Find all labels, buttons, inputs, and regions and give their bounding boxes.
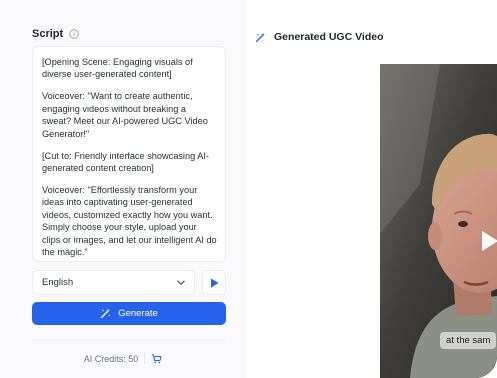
generate-button[interactable]: Generate	[32, 302, 226, 325]
video-caption: at the sam	[440, 332, 497, 349]
credits-bar: AI Credits: 50	[0, 353, 246, 364]
script-textarea[interactable]: [Opening Scene: Engaging visuals of dive…	[32, 46, 226, 262]
script-paragraph: Voiceover: "Effortlessly transform your …	[42, 185, 217, 258]
chevron-down-icon	[177, 280, 185, 286]
preview-play-button[interactable]	[202, 270, 226, 295]
script-panel: Script [Opening Scene: Engaging visuals …	[0, 0, 246, 378]
script-paragraph: Voiceover: "Want to create authentic, en…	[42, 91, 208, 139]
divider	[32, 340, 226, 341]
video-panel: Generated UGC Video at the sam	[246, 0, 497, 378]
app-card: Script [Opening Scene: Engaging visuals …	[0, 0, 497, 378]
language-select[interactable]: English	[32, 270, 195, 295]
video-header: Generated UGC Video	[255, 31, 384, 43]
script-paragraph: [Opening Scene: Engaging visuals of dive…	[42, 57, 193, 80]
script-label: Script	[32, 28, 64, 40]
cart-icon[interactable]	[151, 354, 162, 364]
play-icon[interactable]	[480, 230, 497, 252]
language-value: English	[42, 277, 74, 288]
script-paragraph: [Cut to: Friendly interface showcasing A…	[42, 150, 209, 174]
credits-text: AI Credits: 50	[83, 353, 139, 364]
video-title: Generated UGC Video	[274, 31, 384, 43]
info-icon[interactable]	[69, 29, 79, 39]
magic-wand-icon	[101, 308, 111, 319]
video-frame	[380, 64, 497, 378]
script-header: Script	[32, 28, 79, 40]
play-icon	[210, 278, 218, 287]
video-player[interactable]	[380, 64, 497, 378]
generate-label: Generate	[118, 308, 158, 319]
magic-wand-icon	[255, 32, 265, 42]
credits-separator	[144, 353, 146, 364]
